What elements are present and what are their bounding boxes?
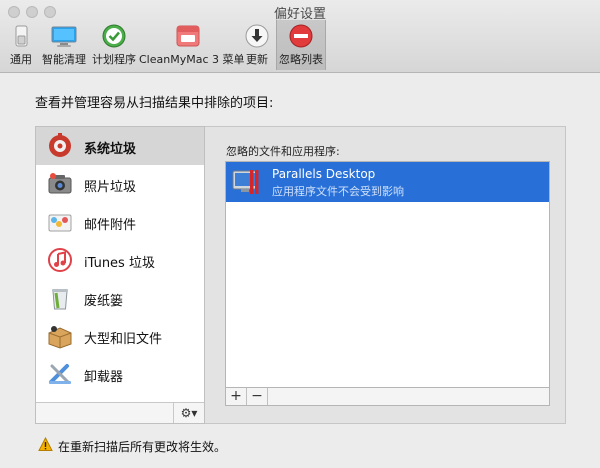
sidebar-item-photo-junk[interactable]: 照片垃圾	[36, 165, 204, 203]
sidebar-footer: ⚙▾	[36, 402, 204, 423]
toolbar-item-scheduler[interactable]: 计划程序	[90, 20, 138, 70]
sidebar-item-mail-attachments[interactable]: 邮件附件	[36, 203, 204, 241]
parallels-icon	[232, 168, 262, 196]
sidebar-item-itunes-junk[interactable]: iTunes 垃圾	[36, 241, 204, 279]
ignored-list-label: 忽略的文件和应用程序:	[226, 145, 340, 158]
toolbar-item-ignore-list[interactable]: 忽略列表	[276, 20, 326, 70]
mail-attachment-icon	[46, 208, 74, 236]
preferences-window: 偏好设置 通用 智能清理 计划程序 CleanMyMac 3 菜单 更新 忽略列…	[0, 0, 600, 468]
gear-menu-button[interactable]: ⚙▾	[173, 403, 204, 423]
uninstaller-icon	[46, 360, 74, 388]
add-button[interactable]: +	[226, 388, 247, 405]
toolbar-item-update[interactable]: 更新	[240, 20, 274, 70]
toolbar-label: 更新	[246, 53, 268, 66]
toolbar-label: CleanMyMac 3 菜单	[139, 53, 245, 66]
system-junk-icon	[46, 132, 74, 160]
no-entry-icon	[287, 22, 315, 50]
trash-icon	[46, 284, 74, 312]
camera-icon	[46, 170, 74, 198]
menu-app-icon	[174, 22, 202, 50]
sidebar-item-system-junk[interactable]: 系统垃圾	[36, 127, 204, 165]
toolbar-label: 忽略列表	[279, 53, 323, 66]
list-item[interactable]: Parallels Desktop 应用程序文件不会受到影响	[226, 162, 549, 202]
sidebar-item-trash[interactable]: 废纸篓	[36, 279, 204, 317]
list-item-subtitle: 应用程序文件不会受到影响	[272, 185, 404, 198]
toolbar-item-smart-cleanup[interactable]: 智能清理	[40, 20, 88, 70]
category-sidebar: 系统垃圾 照片垃圾 邮件附件 iTunes 垃圾 废纸篓 大型和旧文件 卸载器 …	[35, 126, 205, 424]
toolbar-label: 智能清理	[42, 53, 86, 66]
warning-icon	[38, 436, 53, 452]
ignored-items-list[interactable]: Parallels Desktop 应用程序文件不会受到影响	[225, 161, 550, 388]
toolbar-item-menu[interactable]: CleanMyMac 3 菜单	[139, 20, 245, 70]
instruction-text: 查看并管理容易从扫描结果中排除的项目:	[35, 96, 274, 111]
download-arrow-icon	[243, 22, 271, 50]
toolbar-label: 计划程序	[92, 53, 136, 66]
sidebar-item-uninstaller[interactable]: 卸载器	[36, 355, 204, 393]
monitor-icon	[50, 22, 78, 50]
box-icon	[46, 322, 74, 350]
sidebar-item-large-old-files[interactable]: 大型和旧文件	[36, 317, 204, 355]
warning-text: 在重新扫描后所有更改将生效。	[58, 440, 227, 454]
schedule-check-icon	[100, 22, 128, 50]
title-bar: 偏好设置 通用 智能清理 计划程序 CleanMyMac 3 菜单 更新 忽略列…	[0, 0, 600, 73]
itunes-icon	[46, 246, 74, 274]
toolbar-item-general[interactable]: 通用	[4, 20, 38, 70]
remove-button[interactable]: −	[247, 388, 268, 405]
list-footer: + −	[225, 388, 550, 406]
toolbar-label: 通用	[10, 53, 32, 66]
list-item-title: Parallels Desktop	[272, 167, 376, 181]
switch-icon	[7, 22, 35, 50]
